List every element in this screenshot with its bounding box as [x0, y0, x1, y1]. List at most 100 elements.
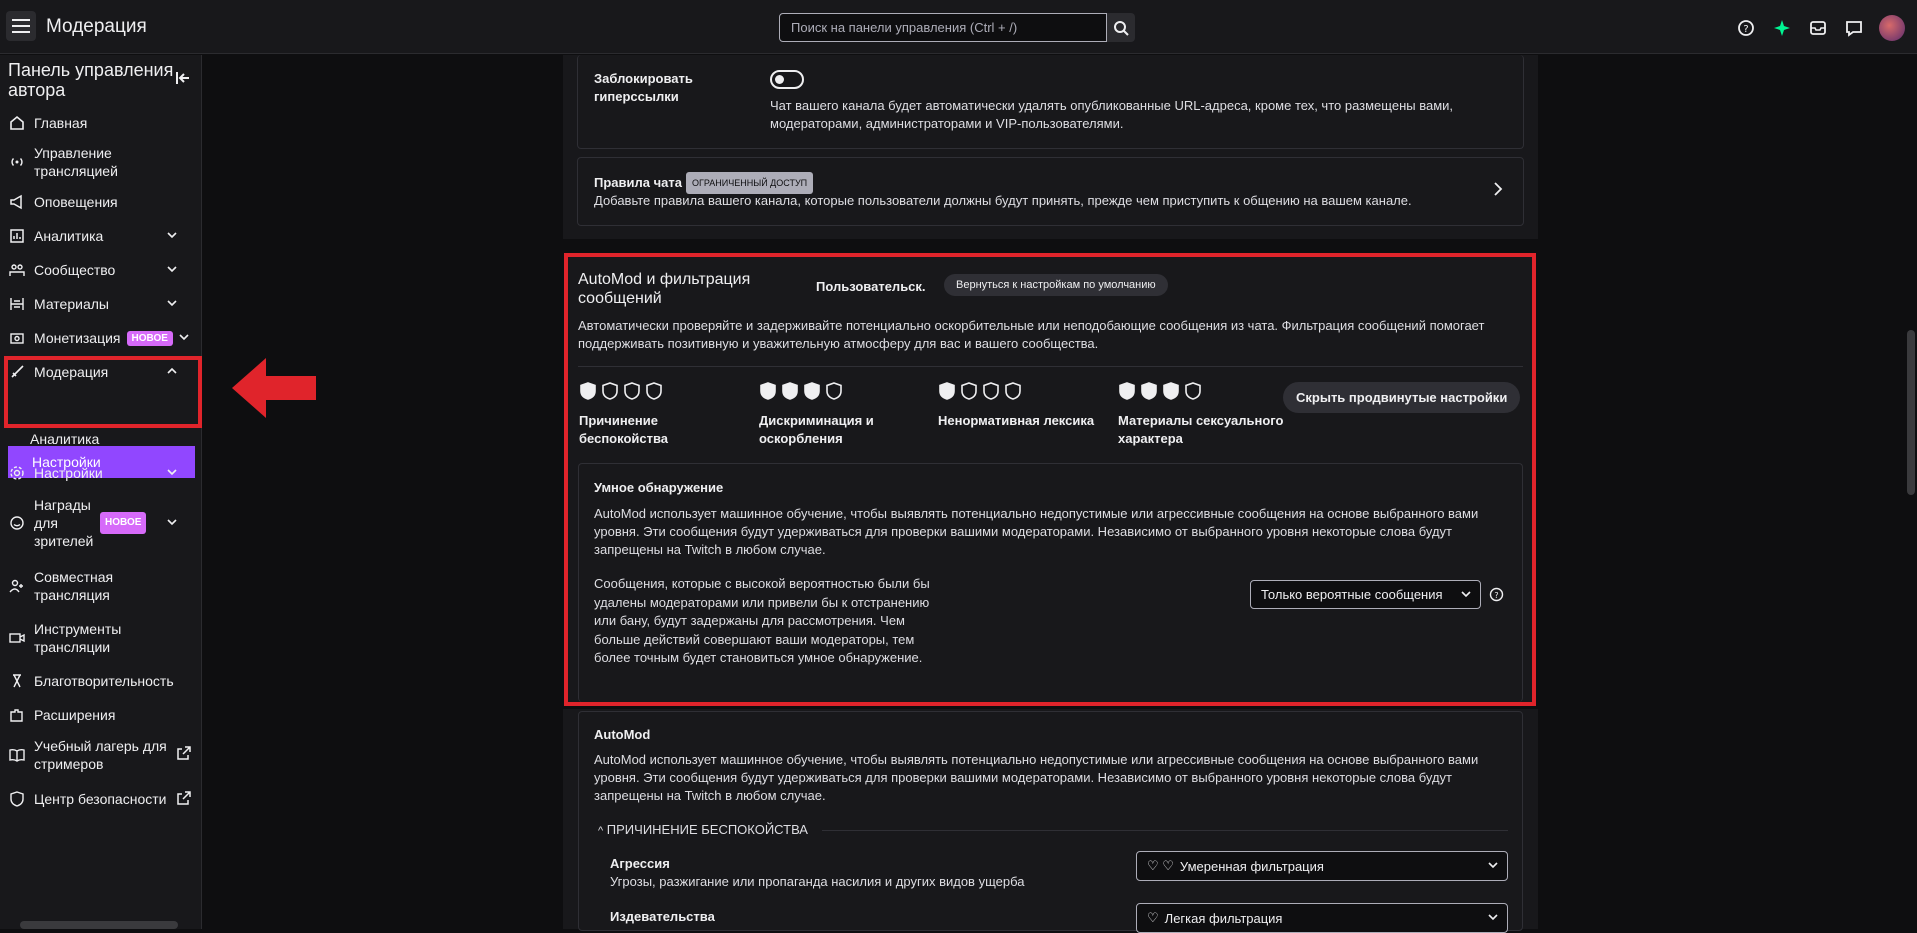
- automod-advanced-title: AutoMod: [594, 727, 651, 742]
- shield-outline-icon[interactable]: [982, 382, 1000, 400]
- search-button[interactable]: [1107, 13, 1135, 42]
- sidebar-item-label: Аналитика: [30, 431, 100, 447]
- shield-outline-icon[interactable]: [623, 382, 641, 400]
- chevron-down-icon: [166, 465, 178, 481]
- category-level-shields-3[interactable]: [1118, 382, 1202, 400]
- sidebar-item-label: Инструменты трансляции: [34, 621, 122, 655]
- new-badge: НОВОЕ: [126, 330, 173, 346]
- top-bar: Модерация Поиск на панели управления (Ct…: [0, 0, 1917, 54]
- puzzle-icon: [0, 707, 34, 723]
- shield-icon: [0, 791, 34, 807]
- shield-filled-icon[interactable]: [781, 382, 799, 400]
- red-arrow-icon: [232, 358, 316, 418]
- chevron-down-icon: [166, 262, 178, 278]
- category-level-shields-0[interactable]: [579, 382, 663, 400]
- shield-filled-icon[interactable]: [1162, 382, 1180, 400]
- sparkle-icon[interactable]: [1771, 17, 1793, 39]
- sidebar-item-stream-tools[interactable]: Инструменты трансляции: [0, 619, 200, 657]
- svg-text:?: ?: [1494, 591, 1498, 600]
- block-links-title: Заблокировать гиперссылки: [594, 71, 693, 104]
- collapse-sidebar-icon[interactable]: [174, 69, 192, 90]
- help-icon[interactable]: ?: [1735, 17, 1757, 39]
- sidebar-item-settings[interactable]: Настройки: [0, 461, 200, 485]
- gear-icon: [0, 465, 34, 481]
- automod-title: AutoMod и фильтрация сообщений: [578, 271, 751, 307]
- sidebar-item-moderation-analytics[interactable]: Аналитика: [30, 427, 230, 451]
- sidebar-scrollbar[interactable]: [20, 921, 178, 929]
- sidebar-item-charity[interactable]: Благотворительность: [0, 669, 200, 693]
- sidebar-item-monetization[interactable]: Монетизация НОВОЕ: [0, 326, 200, 350]
- chevron-down-icon: [166, 514, 178, 532]
- category-level-shields-2[interactable]: [938, 382, 1022, 400]
- shield-outline-icon[interactable]: [645, 382, 663, 400]
- top-icons: ?: [1735, 15, 1905, 41]
- chevron-right-icon[interactable]: [1492, 181, 1504, 200]
- sidebar-item-label: Аналитика: [34, 228, 104, 244]
- avatar[interactable]: [1879, 15, 1905, 41]
- shield-filled-icon[interactable]: [1140, 382, 1158, 400]
- aggression-title: Агрессия: [610, 856, 670, 871]
- page-title: Модерация: [46, 16, 147, 37]
- shield-filled-icon[interactable]: [759, 382, 777, 400]
- sidebar-item-label: Расширения: [34, 707, 116, 723]
- shield-filled-icon[interactable]: [938, 382, 956, 400]
- automod-mode: Пользовательск.: [816, 279, 926, 294]
- automod-advanced-description: AutoMod использует машинное обучение, чт…: [594, 752, 1479, 803]
- smile-icon: [0, 515, 34, 531]
- whisper-icon[interactable]: [1843, 17, 1865, 39]
- category-level-shields-1[interactable]: [759, 382, 843, 400]
- sidebar-item-stream-manager[interactable]: Управление трансляцией: [0, 143, 200, 181]
- scrollbar-thumb[interactable]: [1907, 330, 1915, 495]
- sidebar-item-viewer-rewards[interactable]: Награды для зрителей НОВОЕ: [0, 495, 200, 551]
- search-input[interactable]: Поиск на панели управления (Ctrl + /): [779, 13, 1107, 42]
- sidebar-item-alerts[interactable]: Оповещения: [0, 190, 200, 214]
- page-scrollbar[interactable]: [1905, 55, 1917, 929]
- shield-outline-icon[interactable]: [960, 382, 978, 400]
- inbox-icon[interactable]: [1807, 17, 1829, 39]
- shield-outline-icon[interactable]: [1004, 382, 1022, 400]
- sidebar-item-label: Совместная трансляция: [34, 569, 114, 603]
- bullying-select-value: Легкая фильтрация: [1164, 910, 1283, 926]
- smart-detection-title: Умное обнаружение: [594, 480, 724, 495]
- category-label: Материалы сексуального характера: [1118, 413, 1284, 446]
- aggression-select[interactable]: ♡ ♡ Умеренная фильтрация: [1136, 851, 1508, 881]
- reset-defaults-button[interactable]: Вернуться к настройкам по умолчанию: [944, 274, 1168, 296]
- book-icon: [0, 747, 34, 763]
- info-icon[interactable]: ?: [1489, 587, 1504, 605]
- shield-icon: ♡ ♡: [1147, 858, 1174, 873]
- sidebar-item-content[interactable]: Материалы: [0, 292, 200, 316]
- harassment-group-toggle[interactable]: ^ ПРИЧИНЕНИЕ БЕСПОКОЙСТВА: [598, 821, 808, 840]
- sidebar-item-label: Центр безопасности: [34, 791, 167, 807]
- shield-filled-icon[interactable]: [1118, 382, 1136, 400]
- shield-icon: ♡: [1147, 910, 1159, 925]
- menu-icon[interactable]: [6, 11, 36, 41]
- camera-icon: [0, 630, 34, 646]
- bullying-title: Издевательства: [610, 909, 715, 924]
- sidebar-item-extensions[interactable]: Расширения: [0, 703, 200, 727]
- shield-filled-icon[interactable]: [579, 382, 597, 400]
- shield-outline-icon[interactable]: [601, 382, 619, 400]
- external-link-icon: [176, 790, 192, 809]
- sidebar-item-collab-stream[interactable]: Совместная трансляция: [0, 567, 200, 605]
- shield-filled-icon[interactable]: [803, 382, 821, 400]
- sidebar-item-community[interactable]: Сообщество: [0, 258, 200, 282]
- sidebar-item-safety-center[interactable]: Центр безопасности: [0, 787, 200, 811]
- chevron-down-icon: [166, 296, 178, 312]
- shield-outline-icon[interactable]: [825, 382, 843, 400]
- sidebar-item-bootcamp[interactable]: Учебный лагерь для стримеров: [0, 736, 200, 774]
- restricted-access-tag: ОГРАНИЧЕННЫЙ ДОСТУП: [685, 172, 814, 194]
- sidebar-item-home[interactable]: Главная: [0, 111, 200, 135]
- content-icon: [0, 296, 34, 312]
- home-icon: [0, 115, 34, 131]
- shield-outline-icon[interactable]: [1184, 382, 1202, 400]
- smart-detection-select[interactable]: Только вероятные сообщения: [1250, 580, 1481, 609]
- block-links-description: Чат вашего канала будет автоматически уд…: [770, 98, 1454, 131]
- chevron-down-icon: [178, 330, 190, 346]
- divider: [822, 830, 1508, 831]
- hide-advanced-button[interactable]: Скрыть продвинутые настройки: [1283, 382, 1521, 413]
- chevron-down-icon: [1460, 588, 1472, 603]
- ribbon-icon: [0, 673, 34, 689]
- sidebar-item-label: Монетизация: [34, 330, 121, 346]
- block-links-toggle[interactable]: [770, 70, 804, 89]
- sidebar-item-analytics[interactable]: Аналитика: [0, 224, 200, 248]
